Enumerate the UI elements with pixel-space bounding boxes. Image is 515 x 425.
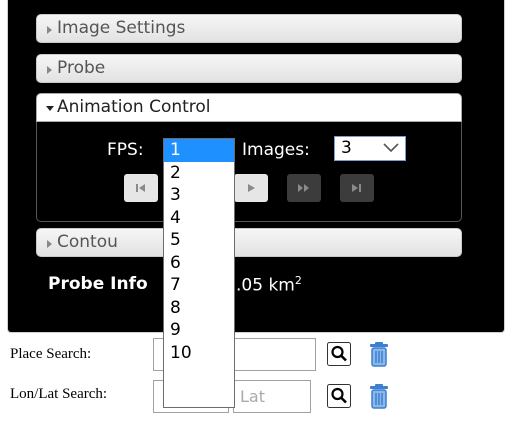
accordion-probe[interactable]: Probe bbox=[36, 54, 462, 83]
skip-to-last-icon bbox=[352, 184, 361, 192]
fps-option[interactable]: 6 bbox=[164, 252, 234, 275]
lat-input[interactable] bbox=[233, 380, 311, 413]
play-button[interactable] bbox=[234, 174, 268, 202]
place-search-clear-button[interactable] bbox=[368, 341, 390, 367]
step-forward-icon bbox=[298, 184, 309, 192]
skip-to-first-icon bbox=[136, 184, 145, 192]
first-frame-button[interactable] bbox=[124, 174, 158, 202]
fps-option[interactable]: 10 bbox=[164, 342, 234, 365]
images-label: Images: bbox=[242, 140, 310, 160]
fps-option[interactable]: 2 bbox=[164, 162, 234, 185]
lonlat-search-clear-button[interactable] bbox=[368, 383, 390, 409]
step-forward-button[interactable] bbox=[287, 174, 321, 202]
play-icon bbox=[248, 184, 255, 192]
images-select[interactable]: 3 bbox=[334, 136, 406, 161]
fps-option[interactable]: 5 bbox=[164, 229, 234, 252]
lonlat-search-button[interactable] bbox=[327, 384, 351, 408]
probe-info-value-text: .05 km bbox=[236, 275, 295, 296]
accordion-contour-label: Contou bbox=[57, 232, 118, 252]
lonlat-search-label: Lon/Lat Search: bbox=[10, 386, 108, 402]
images-select-value: 3 bbox=[341, 138, 352, 158]
accordion-animation-control[interactable]: Animation Control bbox=[36, 93, 462, 122]
accordion-image-settings[interactable]: Image Settings bbox=[36, 14, 462, 43]
fps-option[interactable]: 3 bbox=[164, 184, 234, 207]
probe-info-value: .05 km2 bbox=[236, 274, 302, 296]
place-search-button[interactable] bbox=[327, 342, 351, 366]
fps-option[interactable]: 9 bbox=[164, 319, 234, 342]
fps-label: FPS: bbox=[107, 140, 144, 160]
accordion-probe-label: Probe bbox=[57, 58, 106, 78]
fps-option[interactable]: 7 bbox=[164, 274, 234, 297]
place-search-label: Place Search: bbox=[10, 346, 92, 362]
fps-option[interactable]: 1 bbox=[164, 139, 234, 162]
accordion-image-settings-label: Image Settings bbox=[57, 18, 186, 38]
trash-icon bbox=[370, 384, 388, 409]
probe-info-label: Probe Info bbox=[48, 274, 148, 294]
collapsed-arrow-icon bbox=[47, 240, 52, 248]
fps-option[interactable]: 4 bbox=[164, 207, 234, 230]
chevron-down-icon bbox=[383, 143, 399, 153]
accordion-contour[interactable]: Contou bbox=[36, 228, 462, 257]
expanded-arrow-icon bbox=[46, 106, 54, 111]
fps-option[interactable]: 8 bbox=[164, 297, 234, 320]
fps-select-dropdown[interactable]: 1 2 3 4 5 6 7 8 9 10 bbox=[163, 138, 235, 408]
collapsed-arrow-icon bbox=[47, 66, 52, 74]
probe-info-unit-superscript: 2 bbox=[294, 274, 302, 287]
last-frame-button[interactable] bbox=[340, 174, 374, 202]
trash-icon bbox=[370, 342, 388, 367]
accordion-animation-control-label: Animation Control bbox=[57, 97, 211, 117]
collapsed-arrow-icon bbox=[47, 26, 52, 34]
